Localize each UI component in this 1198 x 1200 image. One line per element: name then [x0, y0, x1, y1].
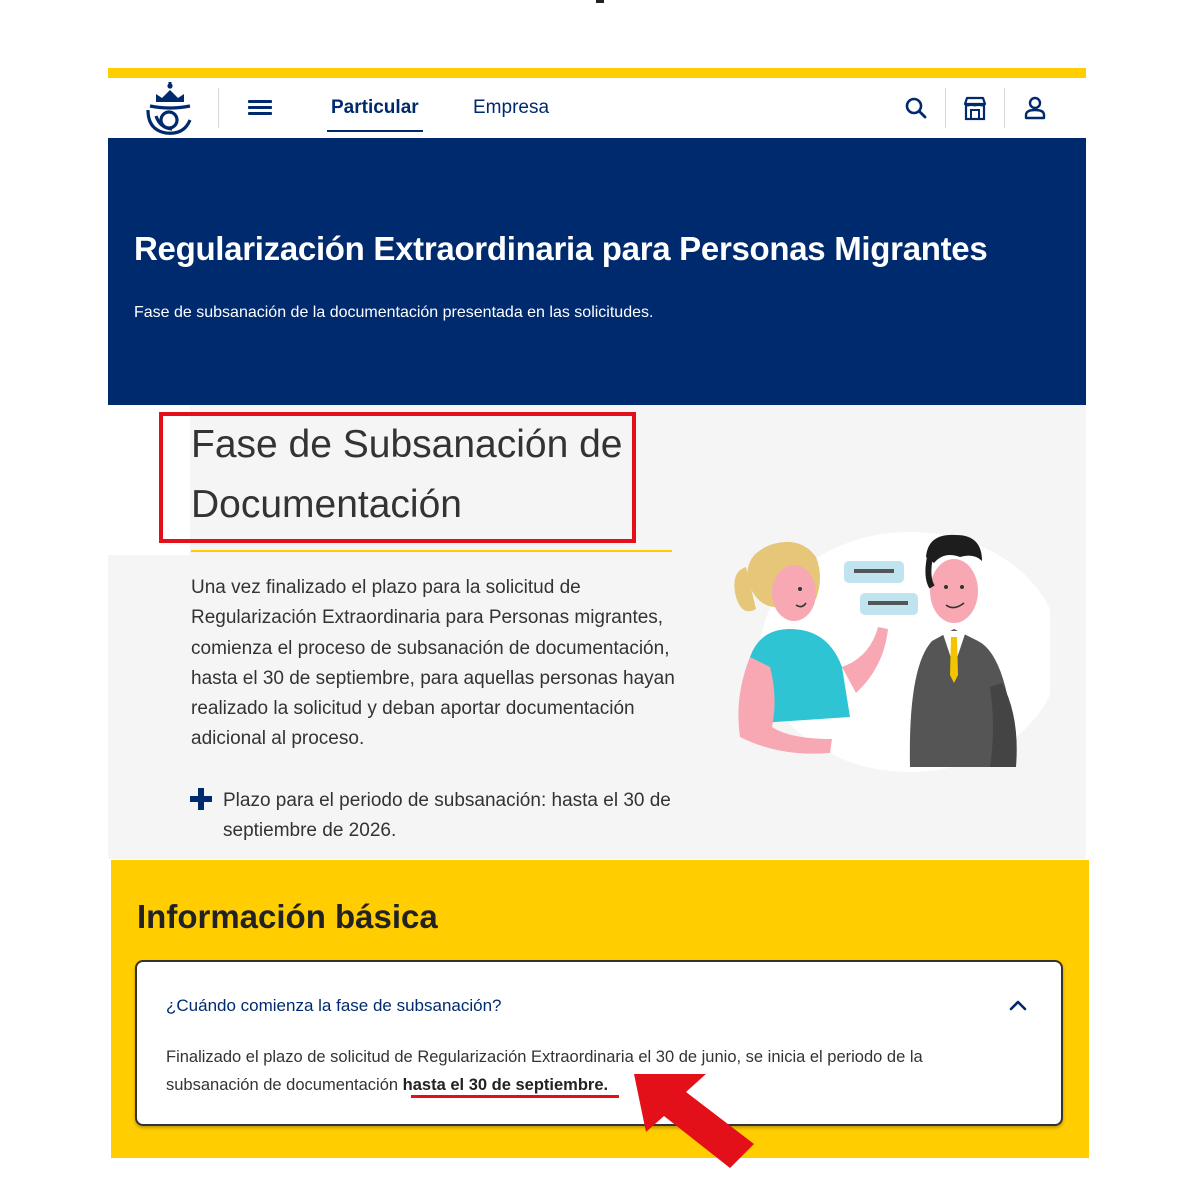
user-icon[interactable] — [1021, 94, 1049, 122]
header-divider — [218, 88, 219, 128]
top-yellow-bar — [108, 68, 1086, 78]
section-body: Una vez finalizado el plazo para la soli… — [191, 577, 675, 750]
header-divider — [945, 88, 946, 128]
title-underline — [191, 550, 672, 552]
deadline-bullet: Plazo para el periodo de subsanación: ha… — [223, 790, 671, 841]
menu-icon[interactable] — [248, 100, 272, 116]
correos-logo[interactable] — [142, 80, 198, 138]
tab-empresa[interactable]: Empresa — [473, 78, 549, 138]
conversation-illustration — [734, 532, 1050, 772]
store-icon[interactable] — [961, 94, 989, 122]
plus-icon — [190, 788, 212, 810]
section-title: Fase de Subsanación de Documentación — [191, 415, 622, 535]
site-header: Particular Empresa — [108, 78, 1086, 138]
faq-question[interactable]: ¿Cuándo comienza la fase de subsanación? — [166, 996, 502, 1016]
red-annotation-arrow-icon — [634, 1074, 754, 1168]
header-divider — [1004, 88, 1005, 128]
faq-accordion: ¿Cuándo comienza la fase de subsanación?… — [135, 960, 1063, 1126]
page-frame: Particular Empresa Regularización Extrao… — [108, 68, 1086, 859]
hero-banner: Regularización Extraordinaria para Perso… — [108, 138, 1086, 405]
red-annotation-underline — [411, 1095, 619, 1098]
faq-answer: Finalizado el plazo de solicitud de Regu… — [166, 1043, 986, 1099]
faq-answer-deadline: hasta el 30 de septiembre. — [402, 1076, 609, 1094]
tab-particular[interactable]: Particular — [327, 78, 423, 138]
basic-info-section: Información básica ¿Cuándo comienza la f… — [111, 860, 1089, 1158]
chevron-up-icon[interactable] — [1009, 998, 1027, 1012]
section-title-line2: Documentación — [191, 483, 462, 526]
hero-subtitle: Fase de subsanación de la documentación … — [134, 304, 654, 321]
main-content: Fase de Subsanación de Documentación Una… — [108, 405, 1086, 859]
section-title-line1: Fase de Subsanación de — [191, 423, 623, 466]
hero-title: Regularización Extraordinaria para Perso… — [134, 230, 988, 267]
top-edge-mark — [596, 0, 604, 3]
basic-info-title: Información básica — [137, 898, 438, 935]
search-icon[interactable] — [902, 94, 930, 122]
